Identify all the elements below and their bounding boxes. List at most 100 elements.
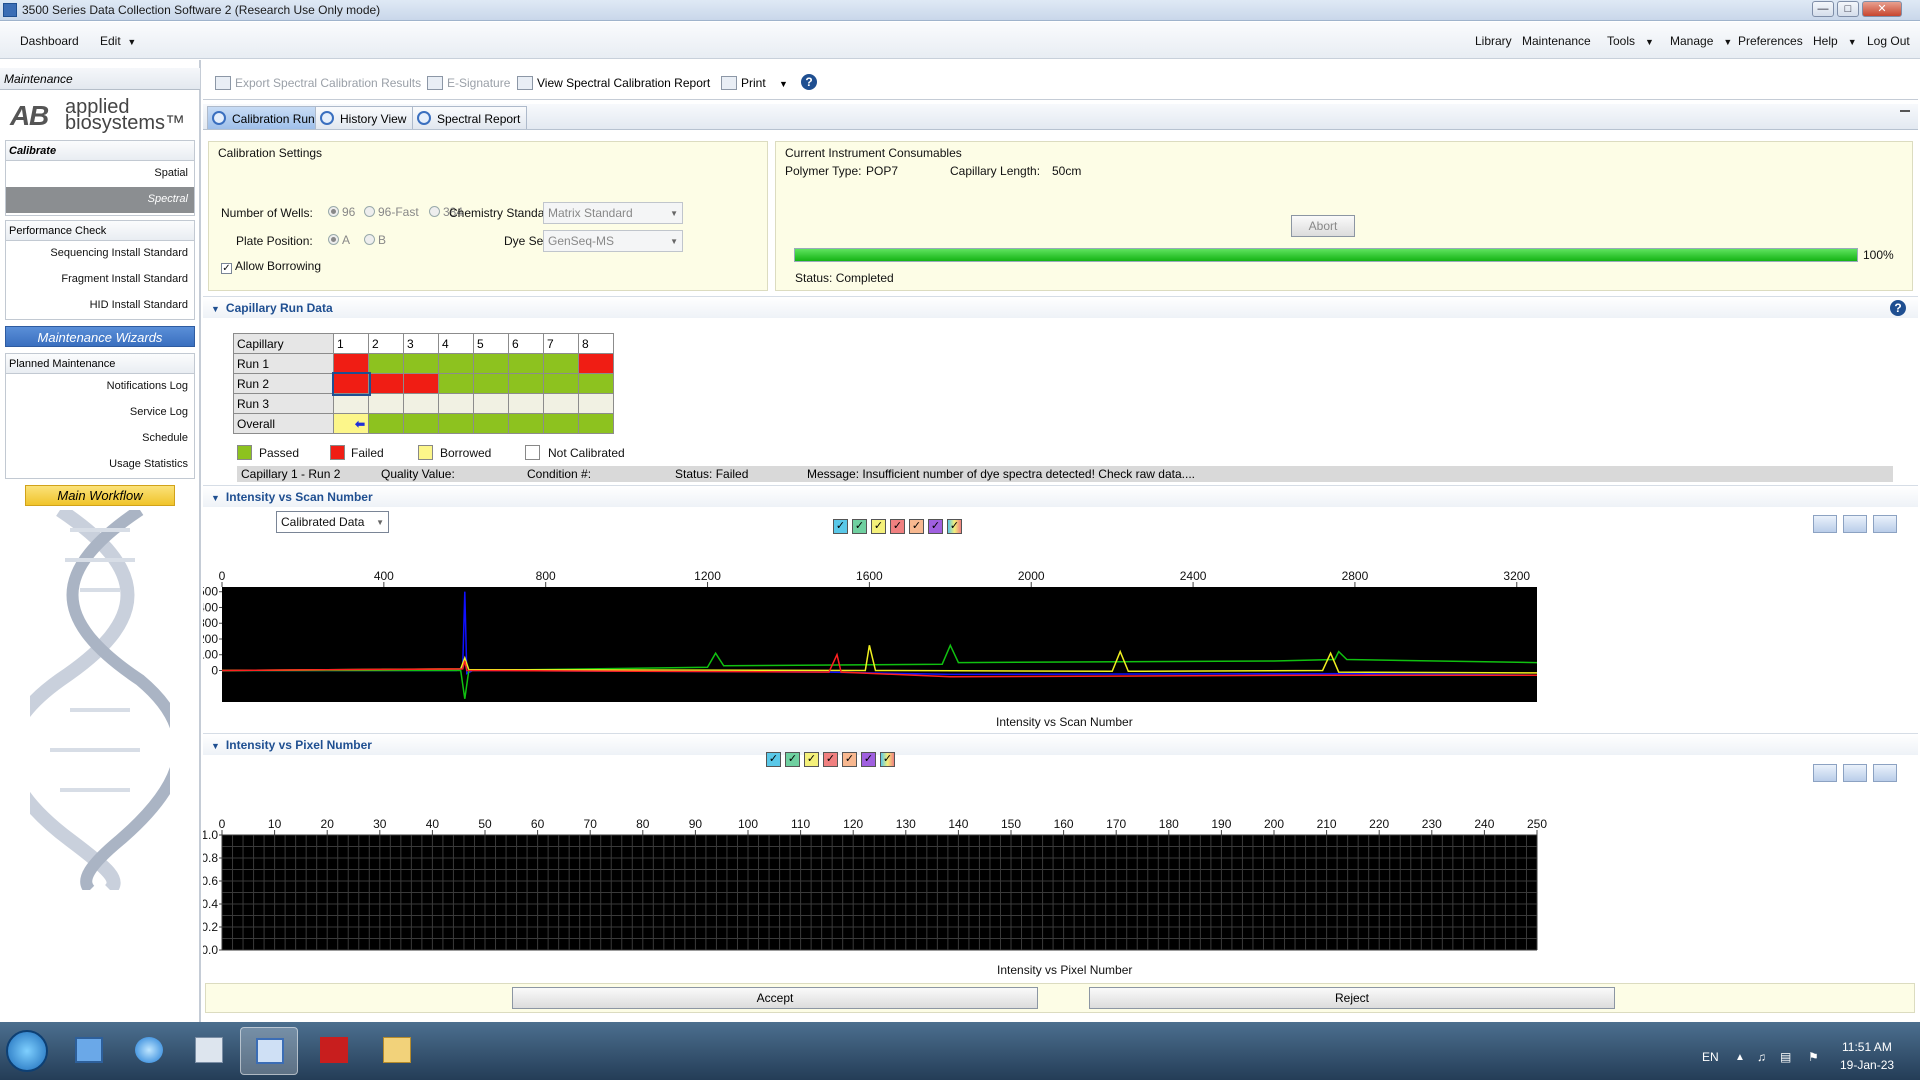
dye-checkbox[interactable]: ✓ xyxy=(785,752,800,767)
dye-set-select[interactable]: GenSeq-MS ▼ xyxy=(543,230,683,252)
clock-time[interactable]: 11:51 AM xyxy=(1842,1040,1892,1054)
taskbar-item-explorer[interactable] xyxy=(368,1027,426,1075)
capillary-cell[interactable] xyxy=(578,373,614,394)
capillary-cell[interactable] xyxy=(473,353,509,374)
capillary-cell[interactable] xyxy=(508,393,544,414)
plate-option-b[interactable]: B xyxy=(364,233,386,247)
capillary-cell[interactable] xyxy=(508,373,544,394)
capillary-cell[interactable] xyxy=(333,393,369,414)
capillary-cell[interactable] xyxy=(473,373,509,394)
capillary-cell[interactable] xyxy=(331,371,371,396)
dye-checkbox[interactable]: ✓ xyxy=(766,752,781,767)
sidebar-item-notifications-log[interactable]: Notifications Log xyxy=(6,374,194,400)
taskbar-item-browser[interactable] xyxy=(120,1027,178,1075)
capillary-cell[interactable] xyxy=(403,393,439,414)
taskbar-item-pdf[interactable] xyxy=(305,1027,363,1075)
close-button[interactable]: ✕ xyxy=(1862,1,1902,17)
pixel-chart-header[interactable]: ▼ Intensity vs Pixel Number xyxy=(203,733,1918,755)
accept-button[interactable]: Accept xyxy=(512,987,1038,1009)
capillary-cell[interactable] xyxy=(368,353,404,374)
wells-option-96[interactable]: 96 xyxy=(328,205,355,219)
menu-tools[interactable]: Tools ▼ xyxy=(1607,34,1654,48)
tab-history-view[interactable]: History View xyxy=(315,106,414,129)
dye-checkbox[interactable]: ✓ xyxy=(804,752,819,767)
abort-button[interactable]: Abort xyxy=(1291,215,1355,237)
e-signature-button[interactable]: E-Signature xyxy=(427,76,510,90)
clock-date[interactable]: 19-Jan-23 xyxy=(1840,1058,1894,1072)
capillary-run-data-header[interactable]: ▼ Capillary Run Data ? xyxy=(203,296,1918,318)
sidebar-item-sequencing-install[interactable]: Sequencing Install Standard xyxy=(6,241,194,267)
menu-logout[interactable]: Log Out xyxy=(1867,34,1910,48)
sidebar-item-spatial[interactable]: Spatial xyxy=(6,161,194,187)
taskbar-item-data-collection[interactable] xyxy=(240,1027,298,1075)
start-button[interactable] xyxy=(6,1030,48,1072)
tray-expand-icon[interactable]: ▲ xyxy=(1735,1052,1745,1063)
capillary-cell[interactable] xyxy=(543,373,579,394)
network-icon[interactable]: ▤ xyxy=(1780,1050,1791,1064)
dye-checkbox[interactable]: ✓ xyxy=(842,752,857,767)
capillary-cell[interactable] xyxy=(333,353,369,374)
dye-checkbox[interactable]: ✓ xyxy=(880,752,895,767)
sidebar-item-fragment-install[interactable]: Fragment Install Standard xyxy=(6,267,194,293)
flag-icon[interactable]: ⚑ xyxy=(1808,1050,1819,1064)
capillary-cell[interactable] xyxy=(473,393,509,414)
dye-checkbox[interactable]: ✓ xyxy=(861,752,876,767)
capillary-cell[interactable] xyxy=(578,393,614,414)
taskbar-item-calculator[interactable] xyxy=(180,1027,238,1075)
dye-checkbox[interactable]: ✓ xyxy=(823,752,838,767)
tab-spectral-report[interactable]: Spectral Report xyxy=(412,106,528,129)
view-report-button[interactable]: View Spectral Calibration Report xyxy=(517,76,710,90)
data-type-select[interactable]: Calibrated Data ▼ xyxy=(276,511,389,533)
capillary-cell[interactable] xyxy=(578,353,614,374)
wells-option-96-fast[interactable]: 96-Fast xyxy=(364,205,419,219)
capillary-cell[interactable] xyxy=(368,393,404,414)
capillary-cell[interactable] xyxy=(473,413,509,434)
tab-calibration-run[interactable]: Calibration Run xyxy=(207,106,322,129)
print-button[interactable]: Print ▼ xyxy=(721,76,788,90)
sidebar-item-hid-install[interactable]: HID Install Standard xyxy=(6,293,194,319)
capillary-cell[interactable] xyxy=(368,373,404,394)
menu-dashboard[interactable]: Dashboard xyxy=(20,34,79,48)
maximize-button[interactable]: □ xyxy=(1837,1,1859,17)
capillary-cell[interactable] xyxy=(438,393,474,414)
help-button[interactable]: ? xyxy=(801,74,817,90)
capillary-cell[interactable]: ⬅ xyxy=(333,413,369,434)
menu-help[interactable]: Help ▼ xyxy=(1813,34,1857,48)
taskbar-item-desktop[interactable] xyxy=(60,1027,118,1075)
menu-maintenance[interactable]: Maintenance xyxy=(1522,34,1591,48)
capillary-cell[interactable] xyxy=(578,413,614,434)
language-indicator[interactable]: EN xyxy=(1702,1050,1719,1064)
help-icon[interactable]: ? xyxy=(1890,300,1906,316)
capillary-cell[interactable] xyxy=(438,413,474,434)
capillary-cell[interactable] xyxy=(403,353,439,374)
reject-button[interactable]: Reject xyxy=(1089,987,1615,1009)
plate-option-a[interactable]: A xyxy=(328,233,350,247)
capillary-cell[interactable] xyxy=(543,393,579,414)
menu-library[interactable]: Library xyxy=(1475,34,1512,48)
menu-manage[interactable]: Manage ▼ xyxy=(1670,34,1732,48)
capillary-cell[interactable] xyxy=(508,353,544,374)
capillary-cell[interactable] xyxy=(438,353,474,374)
capillary-cell[interactable] xyxy=(368,413,404,434)
sidebar-item-schedule[interactable]: Schedule xyxy=(6,426,194,452)
sidebar-item-usage-statistics[interactable]: Usage Statistics xyxy=(6,452,194,478)
capillary-cell[interactable] xyxy=(508,413,544,434)
sidebar-item-service-log[interactable]: Service Log xyxy=(6,400,194,426)
collapse-icon[interactable] xyxy=(1900,110,1910,112)
capillary-cell[interactable] xyxy=(403,373,439,394)
export-results-button[interactable]: Export Spectral Calibration Results xyxy=(215,76,421,90)
capillary-cell[interactable] xyxy=(543,413,579,434)
menu-edit[interactable]: Edit ▼ xyxy=(100,34,136,48)
chemistry-standard-select[interactable]: Matrix Standard ▼ xyxy=(543,202,683,224)
minimize-button[interactable]: — xyxy=(1812,1,1834,17)
capillary-cell[interactable] xyxy=(403,413,439,434)
capillary-cell[interactable] xyxy=(438,373,474,394)
maintenance-wizards-button[interactable]: Maintenance Wizards xyxy=(5,326,195,347)
sidebar-item-spectral[interactable]: Spectral xyxy=(6,187,194,213)
main-workflow-button[interactable]: Main Workflow xyxy=(25,485,175,506)
volume-icon[interactable]: ♫ xyxy=(1757,1050,1766,1064)
allow-borrowing-checkbox[interactable]: ✓ Allow Borrowing xyxy=(221,259,321,274)
menu-preferences[interactable]: Preferences xyxy=(1738,34,1803,48)
capillary-cell[interactable] xyxy=(543,353,579,374)
scan-chart-header[interactable]: ▼ Intensity vs Scan Number xyxy=(203,485,1918,507)
